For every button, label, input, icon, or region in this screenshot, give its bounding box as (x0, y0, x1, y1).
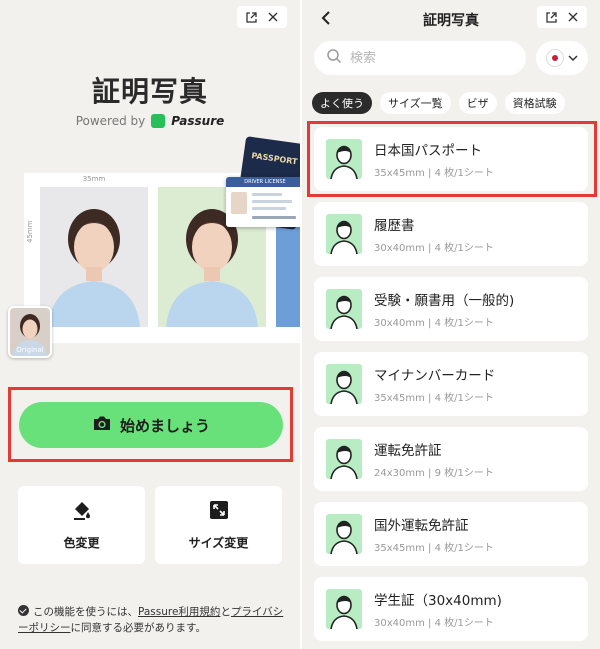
color-change-label: 色変更 (63, 536, 100, 550)
search-icon (326, 48, 342, 68)
item-spec: 30x40mm | 4 枚/1シート (374, 618, 494, 629)
country-selector[interactable] (536, 41, 588, 75)
sample-photo-gray (40, 187, 148, 327)
search-input[interactable] (350, 50, 510, 66)
consent-text: この機能を使うには、Passure利用規約とプライバシーポリシーに同意する必要が… (18, 605, 284, 634)
size-change-button[interactable]: サイズ変更 (155, 486, 282, 564)
tab-visa[interactable]: ビザ (458, 92, 497, 114)
window-controls (237, 6, 287, 28)
list-item[interactable]: 学生証（30x40mm) 30x40mm | 4 枚/1シート (314, 577, 588, 641)
tab-qualification-exam[interactable]: 資格試験 (504, 92, 565, 114)
list-item[interactable]: マイナンバーカード 35x45mm | 4 枚/1シート (314, 352, 588, 416)
category-tabs: よく使う サイズ一覧 ビザ 資格試験 (312, 92, 565, 114)
size-change-label: サイズ変更 (188, 536, 249, 550)
avatar-icon (326, 289, 362, 329)
driver-license-card: DRIVER LICENSE (226, 177, 300, 227)
brand-name: Passure (171, 114, 225, 128)
chevron-down-icon (568, 54, 578, 61)
avatar-icon (326, 439, 362, 479)
avatar-icon (326, 364, 362, 404)
tab-frequently-used[interactable]: よく使う (312, 92, 372, 114)
terms-link[interactable]: Passure利用規約 (138, 606, 220, 618)
window-controls (537, 6, 587, 28)
avatar-icon (326, 589, 362, 629)
item-spec: 24x30mm | 9 枚/1シート (374, 468, 494, 479)
paint-bucket-icon (71, 499, 93, 524)
license-title: DRIVER LICENSE (226, 177, 300, 187)
list-item[interactable]: 履歴書 30x40mm | 4 枚/1シート (314, 202, 588, 266)
item-name: マイナンバーカード (374, 368, 496, 384)
left-panel: 証明写真 Powered by Passure 35mm 45mm PASSPO… (0, 0, 300, 649)
header: 証明写真 (302, 0, 600, 38)
list-item[interactable]: 国外運転免許証 35x45mm | 4 枚/1シート (314, 502, 588, 566)
original-label: Original (16, 346, 44, 354)
start-button-label: 始めましょう (119, 416, 210, 435)
item-name: 学生証（30x40mm) (374, 593, 502, 609)
camera-icon (92, 415, 112, 435)
check-circle-icon[interactable] (18, 605, 29, 616)
resize-icon (208, 499, 230, 524)
license-line (252, 207, 286, 210)
japan-flag-icon (546, 49, 564, 67)
selected-item-highlight (307, 121, 597, 197)
item-spec: 30x40mm | 4 枚/1シート (374, 243, 494, 254)
right-panel: 証明写真 よく使う サイズ一覧 ビザ 資格試験 日本国パスポート (302, 0, 600, 649)
search-box[interactable] (314, 41, 526, 75)
list-item[interactable]: 運転免許証 24x30mm | 9 枚/1シート (314, 427, 588, 491)
tab-size-list[interactable]: サイズ一覧 (380, 92, 451, 114)
original-thumbnail[interactable]: Original (8, 306, 52, 358)
license-line (252, 193, 282, 196)
license-photo (231, 192, 247, 214)
color-change-button[interactable]: 色変更 (18, 486, 145, 564)
item-name: 運転免許証 (374, 443, 442, 459)
open-external-icon[interactable] (241, 7, 261, 27)
passure-logo-icon (151, 114, 166, 128)
open-external-icon[interactable] (541, 7, 561, 27)
item-name: 国外運転免許証 (374, 518, 469, 534)
item-spec: 30x40mm | 4 枚/1シート (374, 318, 494, 329)
width-dimension-label: 35mm (82, 175, 106, 183)
item-name: 受験・願書用（一般的) (374, 293, 515, 309)
list-item[interactable]: 受験・願書用（一般的) 30x40mm | 4 枚/1シート (314, 277, 588, 341)
license-barcode (252, 216, 296, 219)
close-icon[interactable] (263, 7, 283, 27)
item-spec: 35x45mm | 4 枚/1シート (374, 543, 494, 554)
start-button[interactable]: 始めましょう (19, 402, 283, 448)
item-name: 履歴書 (374, 218, 415, 234)
item-spec: 35x45mm | 4 枚/1シート (374, 393, 494, 404)
height-dimension-label: 45mm (26, 220, 34, 243)
license-line (252, 200, 292, 203)
page-title: 証明写真 (91, 75, 208, 108)
avatar-icon (326, 514, 362, 554)
close-icon[interactable] (563, 7, 583, 27)
avatar-icon (326, 214, 362, 254)
powered-by-label: Powered by (75, 114, 146, 128)
powered-by: Powered by Passure (0, 114, 300, 128)
